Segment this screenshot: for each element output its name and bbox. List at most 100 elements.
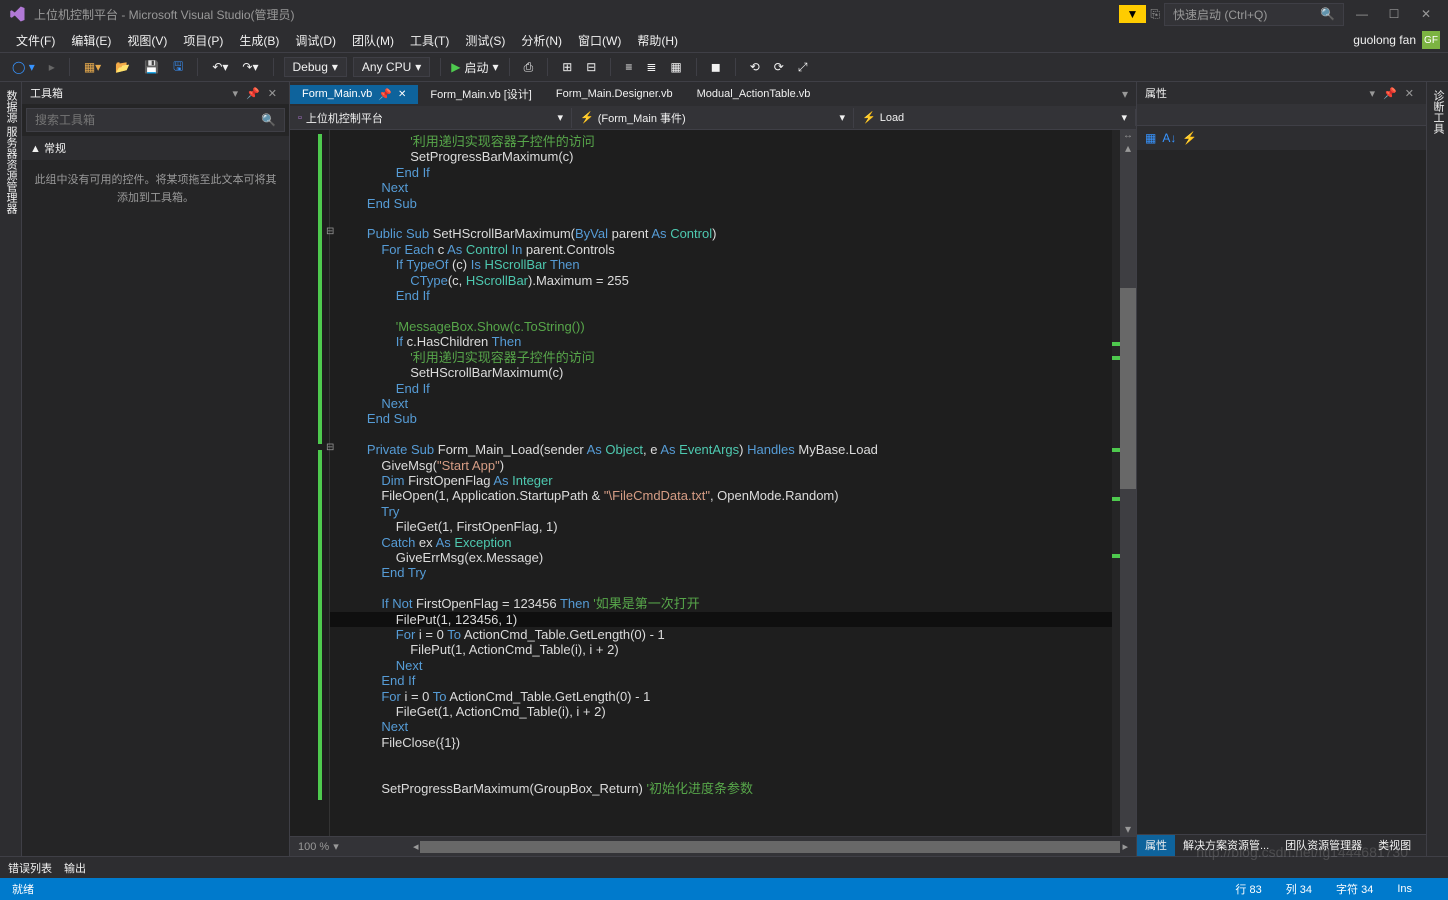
undo-icon[interactable]: ↶▾ xyxy=(208,58,232,76)
quick-launch-input[interactable]: 快速启动 (Ctrl+Q) 🔍 xyxy=(1164,3,1344,26)
tab-form-main-design[interactable]: Form_Main.vb [设计] xyxy=(418,83,543,105)
menu-file[interactable]: 文件(F) xyxy=(8,30,63,51)
status-line: 行 83 xyxy=(1235,881,1261,897)
statusbar: 就绪 行 83 列 34 字符 34 Ins xyxy=(0,878,1448,900)
props-tab-solution[interactable]: 解决方案资源管... xyxy=(1175,835,1277,856)
tabs-dropdown-icon[interactable]: ▾ xyxy=(1114,87,1136,101)
status-ready: 就绪 xyxy=(12,881,34,897)
side-tab-diagnostics[interactable]: 诊断工具 xyxy=(1426,82,1448,856)
h-scroll-left[interactable]: ◂ xyxy=(413,840,419,853)
menu-window[interactable]: 窗口(W) xyxy=(570,30,629,51)
props-dropdown-icon[interactable]: ▾ xyxy=(1366,87,1380,100)
start-debug-button[interactable]: ▶启动▾ xyxy=(451,59,498,76)
save-icon[interactable]: 💾 xyxy=(140,58,163,76)
menu-team[interactable]: 团队(M) xyxy=(344,30,402,51)
tb-icon-8[interactable]: ⟲ xyxy=(746,58,764,76)
nav-method-combo[interactable]: ⚡Load▾ xyxy=(854,109,1136,126)
feedback-icon[interactable]: ⎘ xyxy=(1150,7,1160,22)
tb-icon-10[interactable]: ⤢ xyxy=(794,58,812,77)
nav-class-combo[interactable]: ⚡(Form_Main 事件)▾ xyxy=(572,108,854,128)
menu-help[interactable]: 帮助(H) xyxy=(629,30,686,51)
config-combo[interactable]: Debug▾ xyxy=(284,57,347,77)
tb-icon-5[interactable]: ≣ xyxy=(642,58,660,76)
props-pin-icon[interactable]: 📌 xyxy=(1379,87,1401,100)
search-icon: 🔍 xyxy=(261,113,276,127)
zoom-bar: 100 %▾ ◂ ▸ xyxy=(290,836,1136,856)
toolbox-pin-icon[interactable]: 📌 xyxy=(242,87,264,100)
tb-icon-9[interactable]: ⟳ xyxy=(770,58,788,76)
menu-view[interactable]: 视图(V) xyxy=(119,30,175,51)
maximize-button[interactable]: ☐ xyxy=(1380,7,1408,21)
props-object-combo[interactable] xyxy=(1137,104,1426,126)
overview-ruler[interactable] xyxy=(1112,130,1120,836)
notification-flag-icon[interactable]: ▼ xyxy=(1119,5,1147,23)
user-avatar[interactable]: GF xyxy=(1422,31,1440,49)
tb-icon-3[interactable]: ⊟ xyxy=(582,58,600,76)
minimize-button[interactable]: — xyxy=(1348,7,1376,21)
titlebar: 上位机控制平台 - Microsoft Visual Studio(管理员) ▼… xyxy=(0,0,1448,28)
open-icon[interactable]: 📂 xyxy=(111,58,134,76)
props-panel-tabs: 属性 解决方案资源管... 团队资源管理器 类视图 xyxy=(1137,834,1426,856)
tb-icon-2[interactable]: ⊞ xyxy=(558,58,576,76)
menu-tools[interactable]: 工具(T) xyxy=(402,30,457,51)
main-toolbar: ◯ ▾ ▸ ▦▾ 📂 💾 🖫 ↶▾ ↷▾ Debug▾ Any CPU▾ ▶启动… xyxy=(0,52,1448,82)
toolbox-empty-message: 此组中没有可用的控件。将某项拖至此文本可将其添加到工具箱。 xyxy=(22,160,289,219)
zoom-level[interactable]: 100 % xyxy=(298,841,329,853)
tb-icon-6[interactable]: ▦ xyxy=(666,58,685,76)
bottom-tab-output[interactable]: 输出 xyxy=(64,860,86,876)
h-scroll-right[interactable]: ▸ xyxy=(1122,840,1128,853)
tb-icon-1[interactable]: ⎙ xyxy=(520,58,538,77)
side-tab-datasource[interactable]: 数据源 服务器资源管理器 xyxy=(0,82,22,856)
editor-area: Form_Main.vb📌✕ Form_Main.vb [设计] Form_Ma… xyxy=(290,82,1136,856)
props-tab-class[interactable]: 类视图 xyxy=(1370,835,1419,856)
vs-logo-icon xyxy=(8,5,26,23)
tab-form-main-designer[interactable]: Form_Main.Designer.vb xyxy=(544,85,685,103)
user-name[interactable]: guolong fan xyxy=(1353,33,1416,47)
close-icon[interactable]: ✕ xyxy=(398,89,406,100)
code-gutter[interactable]: ⊟ ⊟ xyxy=(290,130,330,836)
nav-back-button[interactable]: ◯ ▾ xyxy=(8,58,39,76)
toolbox-panel: 工具箱 ▾ 📌 ✕ 🔍 ▲ 常规 此组中没有可用的控件。将某项拖至此文本可将其添… xyxy=(22,82,290,856)
status-col: 列 34 xyxy=(1286,881,1312,897)
menu-build[interactable]: 生成(B) xyxy=(231,30,287,51)
menubar: 文件(F) 编辑(E) 视图(V) 项目(P) 生成(B) 调试(D) 团队(M… xyxy=(0,28,1448,52)
code-nav-bar: ▫上位机控制平台▾ ⚡(Form_Main 事件)▾ ⚡Load▾ xyxy=(290,106,1136,130)
toolbox-section-general[interactable]: ▲ 常规 xyxy=(22,136,289,160)
props-events-icon[interactable]: ⚡ xyxy=(1182,131,1197,145)
menu-analyze[interactable]: 分析(N) xyxy=(513,30,570,51)
props-tab-team[interactable]: 团队资源管理器 xyxy=(1277,835,1370,856)
toolbox-search[interactable]: 🔍 xyxy=(26,108,285,132)
sort-icon[interactable]: A↓ xyxy=(1162,131,1176,145)
tb-icon-4[interactable]: ≡ xyxy=(621,58,636,76)
vertical-scrollbar[interactable]: ↔ ▴ ▾ xyxy=(1120,130,1136,836)
tab-form-main-vb[interactable]: Form_Main.vb📌✕ xyxy=(290,85,418,104)
window-title: 上位机控制平台 - Microsoft Visual Studio(管理员) xyxy=(34,6,1119,23)
status-ins: Ins xyxy=(1397,883,1412,895)
menu-debug[interactable]: 调试(D) xyxy=(287,30,344,51)
toolbox-dropdown-icon[interactable]: ▾ xyxy=(229,87,243,100)
menu-test[interactable]: 测试(S) xyxy=(457,30,513,51)
menu-edit[interactable]: 编辑(E) xyxy=(63,30,119,51)
bottom-panel-tabs: 错误列表 输出 xyxy=(0,856,1448,878)
props-tab-properties[interactable]: 属性 xyxy=(1137,835,1175,856)
properties-panel: 属性 ▾ 📌 ✕ ▦ A↓ ⚡ 属性 解决方案资源管... 团队资源管理器 类视… xyxy=(1136,82,1426,856)
document-tabs: Form_Main.vb📌✕ Form_Main.vb [设计] Form_Ma… xyxy=(290,82,1136,106)
menu-project[interactable]: 项目(P) xyxy=(175,30,231,51)
pin-icon[interactable]: 📌 xyxy=(378,88,392,101)
toolbox-close-icon[interactable]: ✕ xyxy=(264,87,281,100)
close-button[interactable]: ✕ xyxy=(1412,7,1440,21)
categorize-icon[interactable]: ▦ xyxy=(1145,131,1156,145)
horizontal-scrollbar[interactable] xyxy=(420,841,1120,853)
tab-modual-actiontable[interactable]: Modual_ActionTable.vb xyxy=(685,85,823,103)
props-close-icon[interactable]: ✕ xyxy=(1401,87,1418,100)
nav-project-combo[interactable]: ▫上位机控制平台▾ xyxy=(290,108,572,128)
props-toolbar: ▦ A↓ ⚡ xyxy=(1137,126,1426,150)
bottom-tab-errors[interactable]: 错误列表 xyxy=(8,860,52,876)
nav-fwd-button[interactable]: ▸ xyxy=(45,58,59,76)
tb-icon-7[interactable]: ◼ xyxy=(707,58,725,76)
save-all-icon[interactable]: 🖫 xyxy=(169,55,187,80)
redo-icon[interactable]: ↷▾ xyxy=(238,58,262,76)
new-project-icon[interactable]: ▦▾ xyxy=(80,58,105,76)
platform-combo[interactable]: Any CPU▾ xyxy=(353,57,430,77)
code-editor[interactable]: ⊟ ⊟ '利用递归实现容器子控件的访问 SetProgressBarMaximu… xyxy=(290,130,1136,836)
